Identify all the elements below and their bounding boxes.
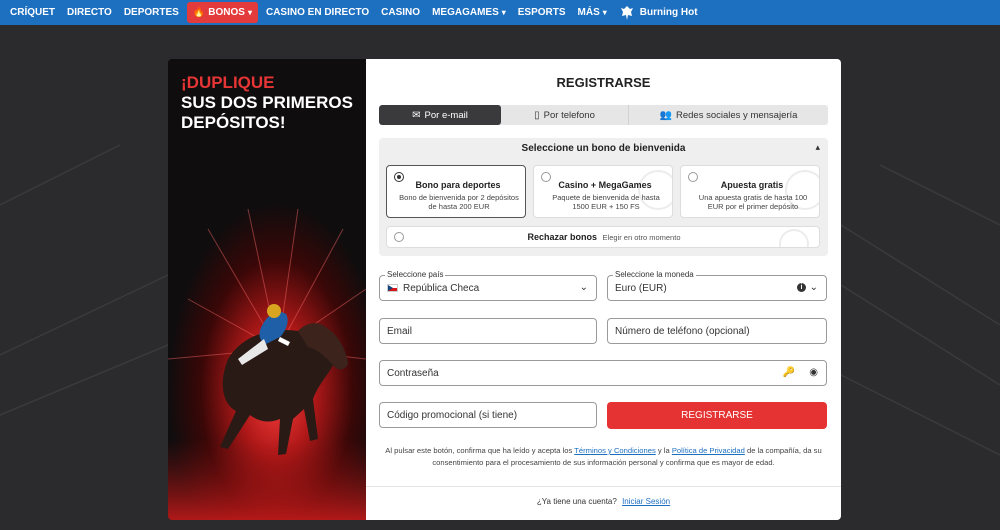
reject-bonus-option[interactable]: Rechazar bonos Elegir en otro momento [386, 226, 820, 248]
bonus-card-desc: Bono de bienvenida por 2 depósitos de ha… [399, 193, 519, 211]
currency-select[interactable]: Seleccione la moneda Euro (EUR) i ⌄ [607, 270, 827, 301]
nav-item-directo[interactable]: DIRECTO [61, 2, 118, 23]
form-title: REGISTRARSE [556, 75, 651, 90]
password-placeholder: Contraseña [387, 367, 439, 379]
tab-email[interactable]: ✉ Por e-mail [379, 105, 501, 125]
nav-brand-label: Burning Hot [639, 7, 698, 18]
nav-item-esports[interactable]: ESPORTS [512, 2, 572, 23]
fire-icon: 🔥 [192, 7, 206, 18]
login-link[interactable]: Iniciar Sesión [622, 497, 670, 506]
bonus-card-sports[interactable]: Bono para deportes Bono de bienvenida po… [386, 165, 526, 218]
currency-label: Seleccione la moneda [613, 270, 696, 279]
registration-form: REGISTRARSE ✉ Por e-mail ▯ Por telefono … [366, 59, 841, 520]
info-icon[interactable]: i [797, 283, 806, 292]
bonus-card-free-bet[interactable]: Apuesta gratis Una apuesta gratis de has… [680, 165, 820, 218]
nav-item-casino-en-directo[interactable]: CASINO EN DIRECTO [260, 2, 375, 23]
login-prompt: ¿Ya tiene una cuenta? Iniciar Sesión [366, 497, 841, 506]
nav-item-mas[interactable]: MÁS ▾ [572, 2, 613, 23]
legal-notice: Al pulsar este botón, confirma que ha le… [385, 446, 822, 467]
welcome-bonus-section: Seleccione un bono de bienvenida ▴ Bono … [379, 138, 828, 256]
tab-social[interactable]: 👥 Redes sociales y mensajería [629, 105, 828, 125]
chevron-down-icon: ▾ [602, 8, 607, 17]
password-field[interactable]: Contraseña 🔑 ◉ [379, 360, 827, 386]
promo-code-placeholder: Código promocional (si tiene) [387, 409, 518, 421]
chevron-down-icon: ▾ [247, 8, 252, 17]
nav-item-bonos[interactable]: 🔥 BONOS ▾ [186, 2, 258, 23]
divider [366, 486, 841, 487]
chevron-down-icon: ⌄ [579, 282, 588, 293]
tab-phone[interactable]: ▯ Por telefono [501, 105, 629, 125]
czech-flag-icon [387, 284, 398, 292]
chevron-down-icon: ▾ [501, 8, 506, 17]
promo-line-3: DEPÓSITOS! [181, 113, 286, 132]
email-placeholder: Email [387, 325, 413, 337]
nav-item-burning-hot[interactable]: Burning Hot [619, 5, 698, 21]
terms-link[interactable]: Términos y Condiciones [574, 446, 655, 455]
reject-title: Rechazar bonos [527, 232, 598, 242]
promo-panel: ¡DUPLIQUE SUS DOS PRIMEROS DEPÓSITOS! [168, 59, 366, 520]
dragon-logo-icon [620, 5, 633, 20]
eye-slash-icon[interactable]: ◉ [809, 367, 818, 378]
bonus-heading: Seleccione un bono de bienvenida [521, 143, 686, 154]
promo-code-field[interactable]: Código promocional (si tiene) [379, 402, 597, 428]
bonus-card-title: Apuesta gratis [720, 180, 784, 190]
promo-headline: ¡DUPLIQUE SUS DOS PRIMEROS DEPÓSITOS! [181, 73, 353, 133]
registration-method-tabs: ✉ Por e-mail ▯ Por telefono 👥 Redes soci… [379, 105, 828, 125]
bonus-card-title: Casino + MegaGames [558, 180, 652, 190]
bonus-card-casino[interactable]: Casino + MegaGames Paquete de bienvenida… [533, 165, 673, 218]
email-field[interactable]: Email [379, 318, 597, 344]
promo-line-1: ¡DUPLIQUE [181, 73, 275, 92]
phone-placeholder: Número de teléfono (opcional) [615, 325, 750, 337]
country-value: República Checa [403, 282, 480, 294]
users-icon: 👥 [659, 109, 672, 121]
chevron-down-icon: ⌄ [809, 282, 818, 293]
phone-field[interactable]: Número de teléfono (opcional) [607, 318, 827, 344]
phone-icon: ▯ [534, 109, 540, 121]
nav-item-casino[interactable]: CASINO [375, 2, 426, 23]
registration-modal: ¡DUPLIQUE SUS DOS PRIMEROS DEPÓSITOS! RE… [168, 59, 841, 520]
privacy-link[interactable]: Política de Privacidad [672, 446, 745, 455]
bonus-card-title: Bono para deportes [415, 180, 501, 190]
chevron-up-icon[interactable]: ▴ [815, 142, 820, 153]
currency-value: Euro (EUR) [615, 282, 667, 294]
nav-item-megagames[interactable]: MEGAGAMES ▾ [426, 2, 512, 23]
login-question: ¿Ya tiene una cuenta? [536, 497, 617, 506]
key-icon[interactable]: 🔑 [783, 367, 795, 378]
reject-subtitle: Elegir en otro momento [602, 233, 681, 242]
register-button[interactable]: REGISTRARSE [607, 402, 827, 429]
nav-item-deportes[interactable]: DEPORTES [118, 2, 185, 23]
country-select[interactable]: Seleccione país República Checa ⌄ [379, 270, 597, 301]
bonus-card-desc: Una apuesta gratis de hasta 100 EUR por … [698, 193, 808, 211]
promo-line-2: SUS DOS PRIMEROS [181, 93, 353, 112]
country-label: Seleccione país [385, 270, 446, 279]
envelope-icon: ✉ [412, 109, 421, 121]
bonus-card-desc: Paquete de bienvenida de hasta 1500 EUR … [552, 193, 660, 211]
nav-item-criquet[interactable]: CRÍQUET [4, 2, 61, 23]
top-navigation: CRÍQUET DIRECTO DEPORTES 🔥 BONOS ▾ CASIN… [0, 0, 1000, 25]
